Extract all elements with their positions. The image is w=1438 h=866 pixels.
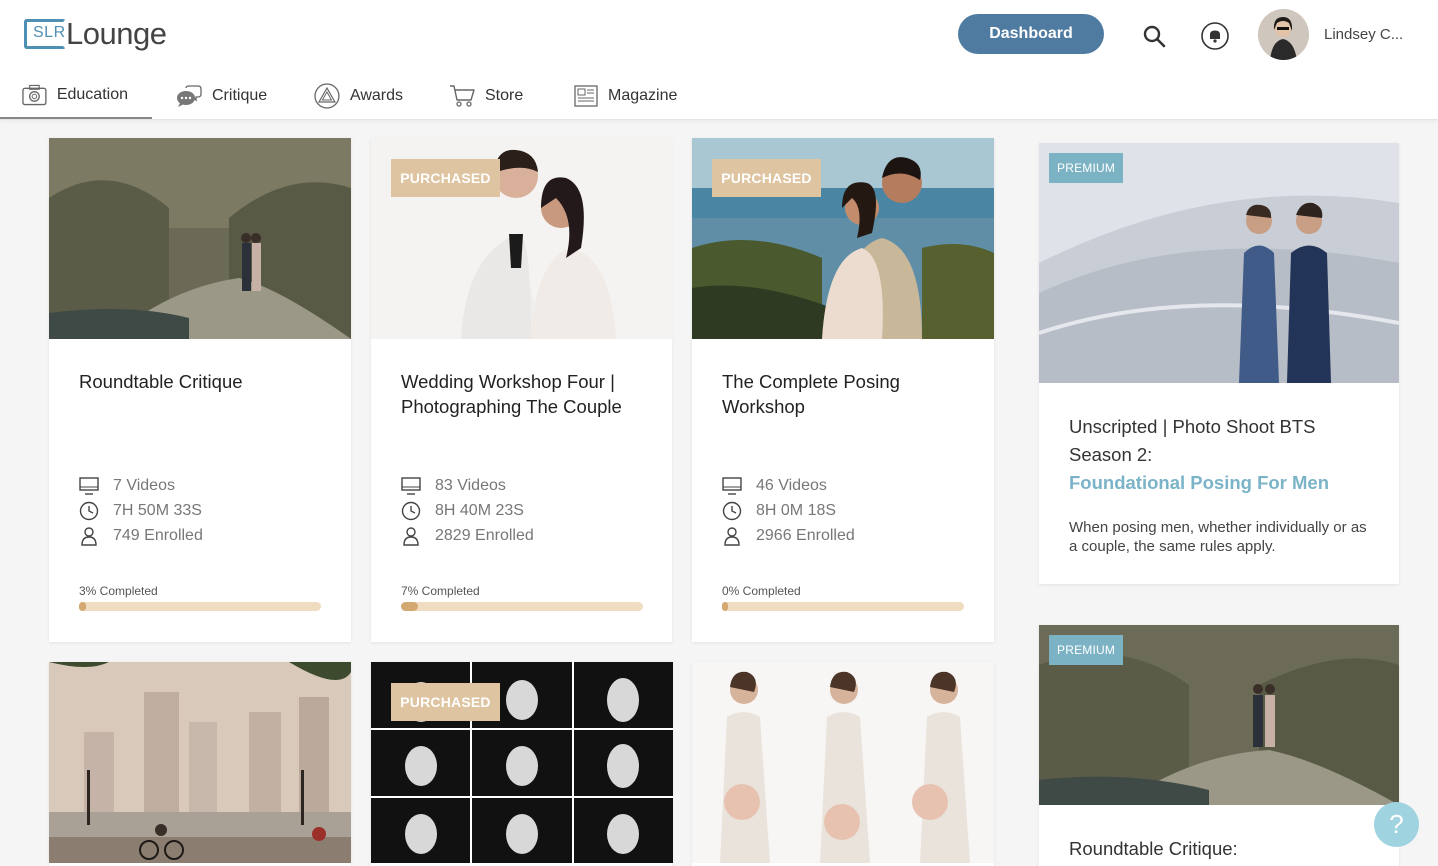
video-count: 7 Videos [79,473,203,498]
duration-text: 8H 0M 18S [756,501,837,519]
course-card[interactable]: PURCHASED Wedding Workshop Four | Photog… [371,138,673,642]
logo-wordmark: Lounge [66,16,167,51]
course-title[interactable]: Roundtable Critique [79,369,329,394]
progress-fill [722,602,729,611]
bride-triptych-photo [692,662,994,863]
duration-text: 8H 40M 23S [435,501,524,519]
purchased-badge: PURCHASED [391,159,500,197]
feature-thumbnail[interactable]: PREMIUM [1039,625,1399,805]
feature-description: When posing men, whether individually or… [1069,519,1367,555]
course-stats: 7 Videos 7H 50M 33S 749 Enrolled [79,473,203,548]
course-card[interactable]: PURCHASED [371,662,673,866]
course-thumbnail[interactable] [49,662,351,863]
feature-thumbnail[interactable]: PREMIUM [1039,143,1399,383]
chat-icon [177,84,202,107]
video-count: 46 Videos [722,473,855,498]
enrolled-text: 749 Enrolled [113,526,203,544]
clock-icon [79,501,99,520]
enrolled-text: 2966 Enrolled [756,526,855,544]
person-icon [81,526,97,546]
progress-label: 0% Completed [722,584,801,598]
nav-item-awards[interactable]: Awards [292,72,427,119]
progress-fill [79,602,87,611]
nav-item-magazine[interactable]: Magazine [552,72,712,119]
nav-item-education[interactable]: Education [0,72,152,119]
help-button[interactable]: ? [1374,802,1419,847]
nav-label-education: Education [56,85,128,103]
course-title[interactable]: Wedding Workshop Four | Photographing Th… [401,369,651,419]
awards-icon [314,82,340,109]
nav-label-magazine: Magazine [608,86,678,104]
premium-badge: PREMIUM [1049,153,1124,183]
clock-icon [722,501,742,520]
person-icon [724,526,740,546]
purchased-badge: PURCHASED [391,683,500,721]
clock-icon [401,501,421,520]
premium-feature-card[interactable]: PREMIUM Roundtable Critique: [1039,625,1399,866]
premium-feature-card[interactable]: PREMIUM Unscripted | Photo Shoot BTS Sea… [1039,143,1399,584]
course-thumbnail[interactable]: PURCHASED [371,662,673,863]
course-stats: 46 Videos 8H 0M 18S 2966 Enrolled [722,473,855,548]
course-thumbnail[interactable] [692,662,994,863]
cart-icon [450,84,475,107]
duration-text: 7H 50M 33S [113,501,202,519]
progress-fill [401,602,418,611]
camera-icon [22,84,47,105]
duration: 8H 0M 18S [722,498,855,523]
video-count-text: 83 Videos [435,476,506,494]
monitor-icon [401,476,421,495]
site-header: SLR Lounge Dashboard Lindsey C... Educat… [0,0,1438,120]
course-card[interactable]: Roundtable Critique 7 Videos 7H 50M 33S … [49,138,351,642]
course-card[interactable]: PURCHASED The Complete Posing Workshop 4… [692,138,994,642]
nav-label-store: Store [485,86,524,104]
person-icon [403,526,419,546]
feature-subtitle-link[interactable]: Foundational Posing For Men [1069,469,1369,497]
nav-item-store[interactable]: Store [427,72,552,119]
enrolled-text: 2829 Enrolled [435,526,534,544]
course-title[interactable]: The Complete Posing Workshop [722,369,972,419]
course-card[interactable] [49,662,351,866]
duration: 8H 40M 23S [401,498,534,523]
dashboard-button[interactable]: Dashboard [958,14,1104,54]
progress-bar [401,602,643,611]
feature-title[interactable]: Roundtable Critique: [1069,835,1369,863]
progress-label: 7% Completed [401,584,480,598]
magazine-icon [574,84,598,107]
user-name[interactable]: Lindsey C... [1324,26,1403,43]
enrolled-count: 2966 Enrolled [722,523,855,548]
enrolled-count: 749 Enrolled [79,523,203,548]
avatar-photo [1258,9,1309,60]
video-count-text: 46 Videos [756,476,827,494]
notification-bell-icon[interactable] [1200,21,1230,51]
forest-couple-photo [49,138,351,339]
course-stats: 83 Videos 8H 40M 23S 2829 Enrolled [401,473,534,548]
logo-slr-text: SLR [33,24,66,41]
nav-label-critique: Critique [212,86,268,104]
premium-badge: PREMIUM [1049,635,1124,665]
course-thumbnail[interactable]: PURCHASED [371,138,673,339]
user-avatar[interactable] [1258,9,1309,60]
purchased-badge: PURCHASED [712,159,821,197]
course-thumbnail[interactable]: PURCHASED [692,138,994,339]
monitor-icon [79,476,99,495]
search-icon[interactable] [1142,24,1166,48]
slr-lounge-logo[interactable]: SLR Lounge [24,14,167,54]
monitor-icon [722,476,742,495]
city-skyline-photo [49,662,351,863]
nav-item-critique[interactable]: Critique [152,72,292,119]
feature-title[interactable]: Unscripted | Photo Shoot BTS Season 2: [1069,413,1369,469]
main-nav: Education Critique Awards Store Magazine [0,72,712,119]
progress-label: 3% Completed [79,584,158,598]
video-count-text: 7 Videos [113,476,175,494]
course-thumbnail[interactable] [49,138,351,339]
progress-bar [722,602,964,611]
nav-label-awards: Awards [349,86,403,104]
enrolled-count: 2829 Enrolled [401,523,534,548]
course-card[interactable] [692,662,994,866]
progress-bar [79,602,321,611]
logo-bracket: SLR [24,19,66,49]
duration: 7H 50M 33S [79,498,203,523]
video-count: 83 Videos [401,473,534,498]
